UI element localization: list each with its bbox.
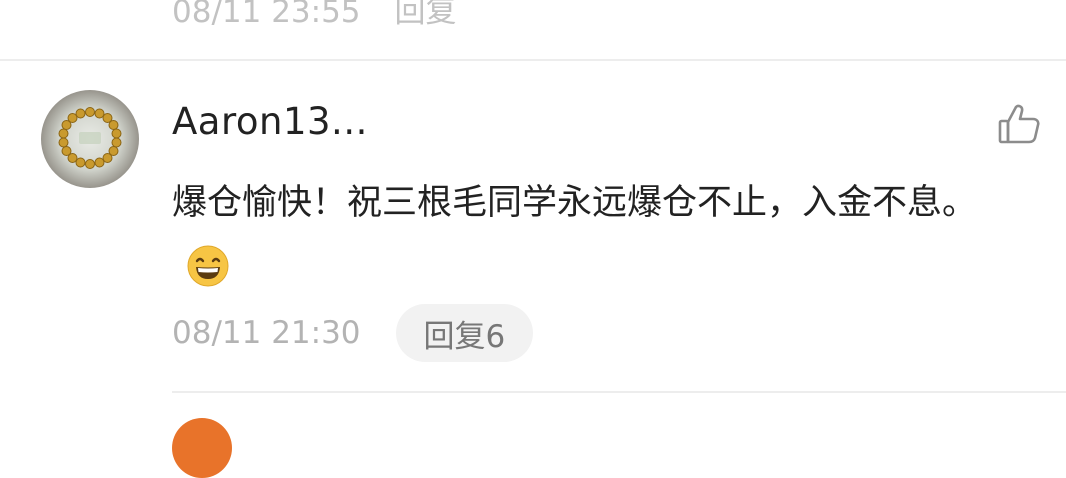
avatar[interactable] — [41, 90, 139, 188]
reply-button[interactable]: 回复6 — [395, 304, 534, 362]
comment-content: 爆仓愉快！祝三根毛同学永远爆仓不止，入金不息。 — [172, 171, 1002, 299]
comment-divider — [0, 59, 1066, 61]
comment-text: 爆仓愉快！祝三根毛同学永远爆仓不止，入金不息。 — [172, 183, 978, 223]
username[interactable]: Aaron13... — [172, 100, 368, 143]
thumbs-up-icon[interactable] — [996, 102, 1042, 148]
previous-comment-reply-button[interactable]: 回复 — [395, 0, 457, 30]
previous-comment-meta: 08/11 23:55 回复 — [172, 0, 457, 31]
comment-time: 08/11 21:30 — [172, 315, 361, 351]
next-comment-avatar[interactable] — [172, 418, 232, 478]
previous-comment-time: 08/11 23:55 — [172, 0, 361, 30]
comment-divider-bottom — [172, 391, 1066, 393]
comment-meta: 08/11 21:30 回复6 — [172, 304, 534, 362]
grinning-face-emoji-icon — [186, 244, 230, 288]
